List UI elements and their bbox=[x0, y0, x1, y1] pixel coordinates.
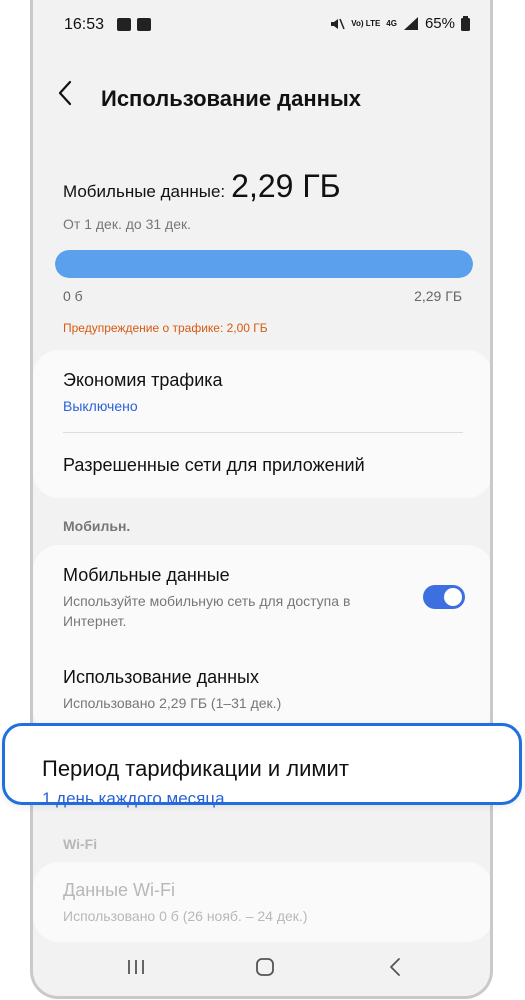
back-nav-icon[interactable] bbox=[375, 952, 415, 982]
wifi-data-row[interactable]: Данные Wi-Fi Использовано 0 б (26 нояб. … bbox=[33, 862, 490, 942]
section-wifi-label: Wi-Fi bbox=[63, 836, 98, 852]
mobile-data-row[interactable]: Мобильные данные Используйте мобильную с… bbox=[33, 545, 490, 640]
data-usage-row[interactable]: Использование данных Использовано 2,29 Г… bbox=[33, 655, 490, 725]
mobile-usage-label: Мобильные данные: bbox=[63, 182, 226, 201]
allowed-networks-title: Разрешенные сети для приложений bbox=[63, 455, 365, 475]
battery-percent: 65% bbox=[424, 15, 455, 32]
status-bar: 16:53 Vo) LTE 4G 65% bbox=[33, 0, 490, 50]
navigation-bar bbox=[33, 936, 490, 996]
usage-bar-fill bbox=[55, 250, 473, 278]
billing-period-title: Период тарификации и лимит bbox=[42, 756, 349, 781]
wifi-data-sub: Использовано 0 б (26 нояб. – 24 дек.) bbox=[63, 908, 308, 924]
back-arrow-icon[interactable] bbox=[57, 80, 73, 112]
page-header: Использование данных bbox=[33, 70, 490, 130]
data-saver-row[interactable]: Экономия трафика Выключено bbox=[33, 350, 490, 432]
billing-period-row[interactable]: Период тарификации и лимит 1 день каждог… bbox=[2, 723, 522, 808]
usage-bar-max: 2,29 ГБ bbox=[414, 288, 462, 304]
usage-bar bbox=[55, 250, 473, 278]
mobile-usage-value: 2,29 ГБ bbox=[231, 168, 341, 204]
recents-icon[interactable] bbox=[116, 952, 156, 982]
network-type: 4G bbox=[386, 18, 397, 28]
mobile-data-description: Используйте мобильную сеть для доступа в… bbox=[63, 593, 351, 629]
mute-icon bbox=[331, 18, 345, 29]
traffic-card: Экономия трафика Выключено Разрешенные с… bbox=[33, 350, 490, 498]
billing-period-sub: 1 день каждого месяца bbox=[42, 789, 225, 808]
page-title: Использование данных bbox=[101, 86, 361, 111]
usage-period: От 1 дек. до 31 дек. bbox=[63, 216, 192, 232]
home-icon[interactable] bbox=[245, 952, 285, 982]
signal-icon bbox=[403, 17, 418, 30]
mobile-data-toggle[interactable] bbox=[423, 585, 465, 609]
samsung-s-icon bbox=[137, 18, 151, 31]
data-usage-sub: Использовано 2,29 ГБ (1–31 дек.) bbox=[63, 695, 282, 711]
toggle-knob bbox=[444, 588, 462, 606]
phone-frame: 16:53 Vo) LTE 4G 65% Использование данны… bbox=[30, 0, 493, 999]
mobile-usage-summary: Мобильные данные: 2,29 ГБ bbox=[63, 168, 341, 205]
battery-icon bbox=[461, 16, 470, 31]
usage-bar-min: 0 б bbox=[63, 288, 83, 304]
volte-indicator: Vo) LTE bbox=[351, 18, 381, 28]
data-saver-status: Выключено bbox=[63, 398, 138, 414]
status-right: Vo) LTE 4G 65% bbox=[329, 15, 470, 32]
wifi-card: Данные Wi-Fi Использовано 0 б (26 нояб. … bbox=[33, 862, 490, 942]
section-mobile-label: Мобильн. bbox=[63, 518, 131, 534]
mobile-data-title: Мобильные данные bbox=[63, 565, 230, 585]
data-usage-title: Использование данных bbox=[63, 667, 259, 687]
traffic-warning: Предупреждение о трафике: 2,00 ГБ bbox=[63, 321, 268, 335]
status-time: 16:53 bbox=[64, 16, 105, 33]
allowed-networks-row[interactable]: Разрешенные сети для приложений bbox=[33, 433, 490, 498]
mobile-card: Мобильные данные Используйте мобильную с… bbox=[33, 545, 490, 735]
data-saver-title: Экономия трафика bbox=[63, 370, 223, 390]
gallery-icon bbox=[117, 18, 131, 31]
wifi-data-title: Данные Wi-Fi bbox=[63, 880, 176, 900]
